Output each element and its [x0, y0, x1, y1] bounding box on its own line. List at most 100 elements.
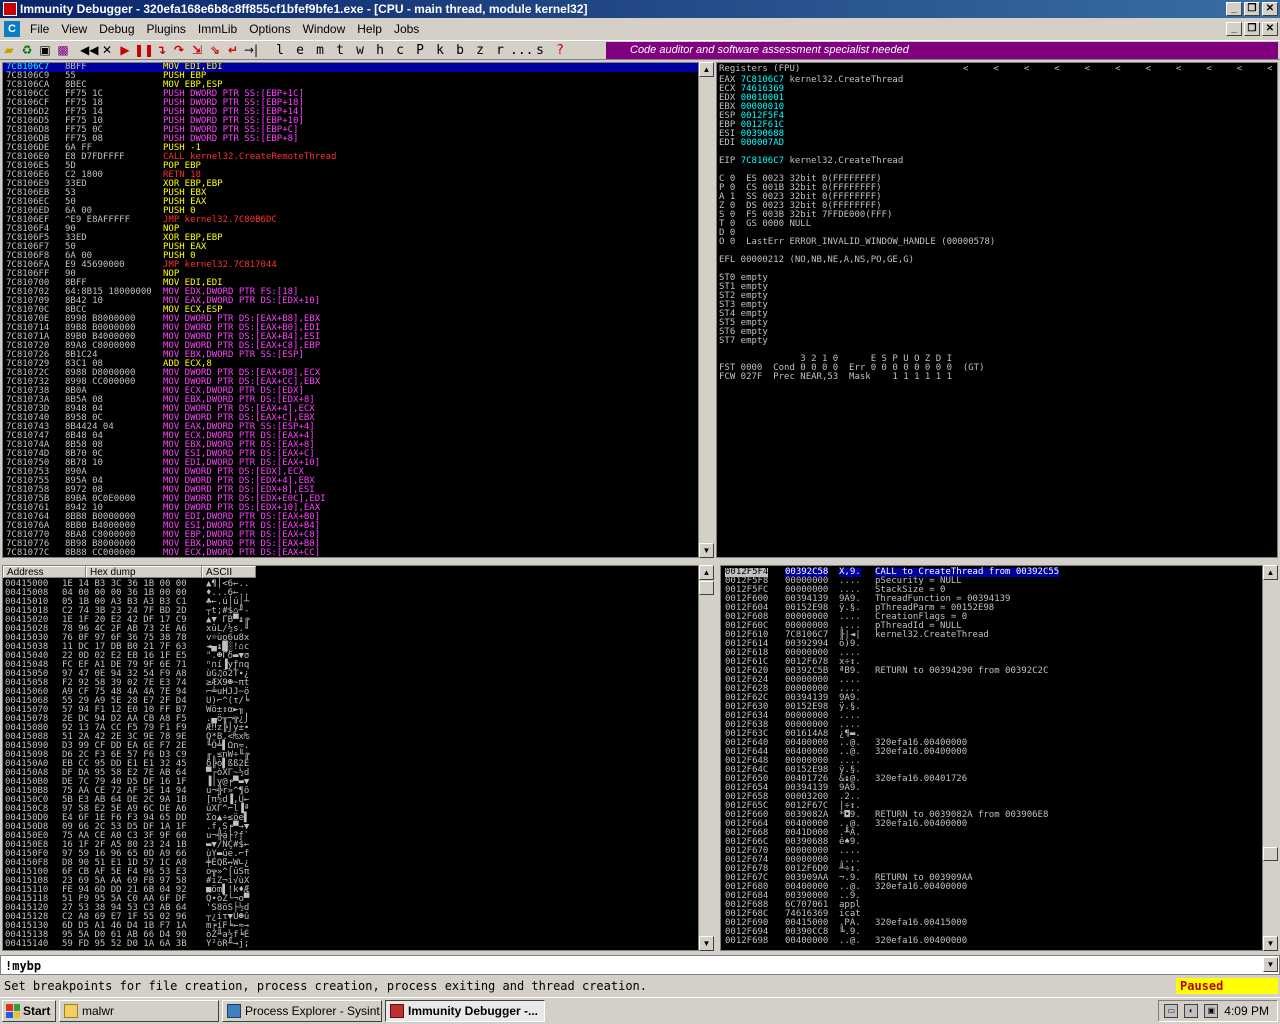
- toolbar-window-button[interactable]: l: [270, 43, 290, 58]
- security-icon[interactable]: ▣: [1204, 1004, 1219, 1018]
- trace-over-icon[interactable]: ⇘: [206, 42, 224, 58]
- disasm-row[interactable]: 7C8106DB FF75 08 PUSH DWORD PTR SS:[EBP+8]: [3, 135, 713, 144]
- volume-icon[interactable]: ◐: [1184, 1004, 1199, 1018]
- dump-scroll-thumb[interactable]: [699, 581, 714, 595]
- disasm-row[interactable]: 7C810709 8B42 10 MOV EAX,DWORD PTR DS:[EDX…: [3, 297, 713, 306]
- disassembly-pane[interactable]: 7C8106C7 8BFF MOV EDI,EDI 7C8106C9 55 PUSH EB…: [2, 62, 714, 558]
- menu-item-immlib[interactable]: ImmLib: [192, 19, 243, 39]
- toolbar-window-button[interactable]: s: [530, 43, 550, 58]
- disasm-row[interactable]: 7C8106F5 33ED XOR EBP,EBP: [3, 234, 713, 243]
- disasm-row[interactable]: 7C8106D8 FF75 0C PUSH DWORD PTR SS:[EBP+C]: [3, 126, 713, 135]
- disasm-row[interactable]: 7C8106EF ^E9 E8AFFFFF JMP kernel32.7C80B6D…: [3, 216, 713, 225]
- dump-scroll-up-arrow[interactable]: ▲: [699, 565, 714, 580]
- disasm-row[interactable]: 7C810720 89A8 C8000000 MOV DWORD PTR DS:[E…: [3, 342, 713, 351]
- disasm-row[interactable]: 7C8106CF FF75 18 PUSH DWORD PTR SS:[EBP+18…: [3, 99, 713, 108]
- disasm-row[interactable]: 7C8106C9 55 PUSH EBP: [3, 72, 713, 81]
- disasm-row[interactable]: 7C8106EB 53 PUSH EBX: [3, 189, 713, 198]
- network-icon[interactable]: ▭: [1164, 1004, 1179, 1018]
- execute-till-return-icon[interactable]: ↵: [224, 42, 242, 58]
- toolbar-window-button[interactable]: t: [330, 43, 350, 58]
- toolbar-window-button[interactable]: w: [350, 43, 370, 58]
- disasm-row[interactable]: 7C8106D5 FF75 10 PUSH DWORD PTR SS:[EBP+10…: [3, 117, 713, 126]
- disasm-row[interactable]: 7C810738 8B0A MOV ECX,DWORD PTR DS:[EDX]: [3, 387, 713, 396]
- disasm-row[interactable]: 7C810755 895A 04 MOV DWORD PTR DS:[EDX+4],…: [3, 477, 713, 486]
- pause-icon[interactable]: ❚❚: [134, 42, 154, 58]
- disasm-row[interactable]: 7C8106CA 8BEC MOV EBP,ESP: [3, 81, 713, 90]
- eip-row[interactable]: EIP 7C8106C7 kernel32.CreateThread: [719, 157, 995, 166]
- taskbar-item-immunity-debugger[interactable]: Immunity Debugger -...: [385, 1000, 545, 1022]
- disasm-row[interactable]: 7C81074A 8B58 08 MOV EBX,DWORD PTR DS:[EAX…: [3, 441, 713, 450]
- toolbar-window-button[interactable]: c: [390, 43, 410, 58]
- command-bar[interactable]: ▼: [0, 955, 1280, 975]
- toolbar-window-button[interactable]: ?: [550, 43, 570, 58]
- menu-item-options[interactable]: Options: [243, 19, 296, 39]
- dump-scrollbar[interactable]: ▲ ▼: [698, 565, 714, 951]
- toolbar-window-button[interactable]: P: [410, 43, 430, 58]
- disasm-row[interactable]: 7C8106F4 90 NOP: [3, 225, 713, 234]
- menu-item-help[interactable]: Help: [351, 19, 388, 39]
- disasm-row[interactable]: 7C8106F7 50 PUSH EAX: [3, 243, 713, 252]
- command-history-dropdown[interactable]: ▼: [1263, 957, 1278, 972]
- flag-row[interactable]: T 0 GS 0000 NULL: [719, 220, 995, 229]
- hex-dump-pane[interactable]: Address Hex dump ASCII 00415000 1E 14 B3 …: [2, 565, 714, 951]
- disasm-row[interactable]: 7C8106EC 50 PUSH EAX: [3, 198, 713, 207]
- close-button[interactable]: ✕: [1262, 2, 1278, 16]
- register-nav-arrows[interactable]: <<<<<<<<<<<: [963, 65, 1277, 74]
- disasm-row[interactable]: 7C81074D 8B70 0C MOV ESI,DWORD PTR DS:[EAX…: [3, 450, 713, 459]
- menu-item-view[interactable]: View: [55, 19, 93, 39]
- toolbar-window-button[interactable]: m: [310, 43, 330, 58]
- step-into-icon[interactable]: ↴: [152, 42, 170, 58]
- taskbar-item-malwr[interactable]: malwr: [59, 1000, 219, 1022]
- cpu-window-icon[interactable]: C: [4, 21, 20, 37]
- maximize-button[interactable]: ❐: [1244, 2, 1260, 16]
- disasm-row[interactable]: 7C810753 890A MOV DWORD PTR DS:[EDX],ECX: [3, 468, 713, 477]
- stack-scroll-down-arrow[interactable]: ▼: [1263, 936, 1278, 951]
- disasm-row[interactable]: 7C81075B 89BA 0C0E0000 MOV DWORD PTR DS:[E…: [3, 495, 713, 504]
- minimize-button[interactable]: _: [1226, 2, 1242, 16]
- toolbar-window-button[interactable]: r: [490, 43, 510, 58]
- disasm-row[interactable]: 7C8106CC FF75 1C PUSH DWORD PTR SS:[EBP+1C…: [3, 90, 713, 99]
- stack-pane[interactable]: 0012F5F4 00392C58 X,9. CALL to CreateThread…: [720, 565, 1278, 951]
- sponsor-banner[interactable]: Code auditor and software assessment spe…: [606, 42, 1278, 59]
- dump-scroll-down-arrow[interactable]: ▼: [699, 936, 714, 951]
- trace-into-icon[interactable]: ⇲: [188, 42, 206, 58]
- disasm-row[interactable]: 7C81073D 8948 04 MOV DWORD PTR DS:[EAX+4],…: [3, 405, 713, 414]
- toolbar-window-button[interactable]: z: [470, 43, 490, 58]
- goto-icon[interactable]: →|: [242, 42, 260, 58]
- disasm-row[interactable]: 7C8106E6 C2 1800 RETN 18: [3, 171, 713, 180]
- disasm-row[interactable]: 7C810726 8B1C24 MOV EBX,DWORD PTR SS:[ESP]: [3, 351, 713, 360]
- registers-pane[interactable]: Registers (FPU) <<<<<<<<<<< EAX 7C8106C7…: [716, 62, 1278, 558]
- toolbar-window-button[interactable]: e: [290, 43, 310, 58]
- menu-item-plugins[interactable]: Plugins: [141, 19, 192, 39]
- disasm-row[interactable]: 7C810747 8B48 04 MOV ECX,DWORD PTR DS:[EAX…: [3, 432, 713, 441]
- menu-item-file[interactable]: File: [24, 19, 55, 39]
- restart-icon[interactable]: ♻: [18, 42, 36, 58]
- step-over-icon[interactable]: ↷: [170, 42, 188, 58]
- scroll-down-arrow[interactable]: ▼: [699, 543, 714, 558]
- dump-header-address[interactable]: Address: [3, 566, 86, 578]
- toolbar-window-button[interactable]: k: [430, 43, 450, 58]
- mdi-minimize-button[interactable]: _: [1226, 22, 1242, 36]
- close-program-icon[interactable]: ▣: [36, 42, 54, 58]
- dump-header-hex[interactable]: Hex dump: [86, 566, 202, 578]
- menu-item-debug[interactable]: Debug: [93, 19, 140, 39]
- disasm-row[interactable]: 7C8106FA E9 45690000 JMP kernel32.7C817044: [3, 261, 713, 270]
- fpu-status-row[interactable]: FCW 027F Prec NEAR,53 Mask 1 1 1 1 1 1: [719, 373, 995, 382]
- rewind-icon[interactable]: ◀◀: [80, 42, 98, 58]
- toolbar-window-button[interactable]: b: [450, 43, 470, 58]
- stack-scroll-up-arrow[interactable]: ▲: [1263, 565, 1278, 580]
- dump-header-ascii[interactable]: ASCII: [202, 566, 256, 578]
- efl-row[interactable]: EFL 00000212 (NO,NB,NE,A,NS,PO,GE,G): [719, 256, 995, 265]
- start-button[interactable]: Start: [2, 1000, 56, 1022]
- attach-icon[interactable]: ▩: [54, 42, 72, 58]
- mdi-close-button[interactable]: ✕: [1262, 22, 1278, 36]
- stack-scrollbar[interactable]: ▲ ▼: [1262, 565, 1278, 951]
- disasm-row[interactable]: 7C810750 8B78 10 MOV EDI,DWORD PTR DS:[EAX…: [3, 459, 713, 468]
- fpu-row[interactable]: ST7 empty: [719, 337, 995, 346]
- menu-item-jobs[interactable]: Jobs: [388, 19, 425, 39]
- disasm-row[interactable]: 7C8106D2 FF75 14 PUSH DWORD PTR SS:[EBP+14…: [3, 108, 713, 117]
- command-input[interactable]: [5, 958, 1261, 973]
- disasm-row[interactable]: 7C8106E9 33ED XOR EBP,EBP: [3, 180, 713, 189]
- disasm-row[interactable]: 7C8106C7 8BFF MOV EDI,EDI: [3, 63, 713, 72]
- toolbar-window-button[interactable]: h: [370, 43, 390, 58]
